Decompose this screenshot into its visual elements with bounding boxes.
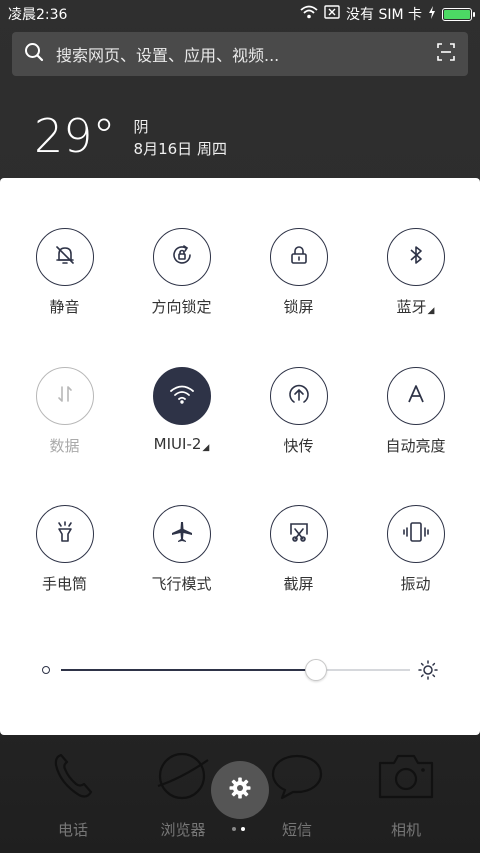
toggle-quick-transfer[interactable]: 快传 (240, 367, 357, 456)
auto-brightness-icon (404, 382, 428, 410)
control-center-panel: 静音 方向锁定 锁屏 蓝牙◢ 数据 MIUI-2◢ 快传 自动亮度 手电筒 飞行… (0, 178, 480, 735)
quick-transfer-icon (286, 381, 312, 411)
flashlight-icon (53, 519, 77, 549)
toggle-auto-brightness-label: 自动亮度 (385, 437, 446, 455)
toggle-flashlight[interactable]: 手电筒 (6, 505, 123, 594)
control-center-settings-button[interactable] (211, 761, 269, 819)
status-icons: 没有 SIM 卡 (300, 4, 475, 24)
vibrate-icon (402, 520, 430, 548)
toggle-airplane-mode-circle (152, 505, 211, 563)
search-icon (24, 42, 44, 66)
weather-widget[interactable]: 29° 阴 8月16日 周四 (34, 108, 227, 164)
search-input[interactable]: 搜索网页、设置、应用、视频... (56, 42, 436, 66)
toggle-auto-brightness-circle (386, 367, 445, 425)
toggle-vibrate[interactable]: 振动 (357, 505, 474, 594)
weather-date: 8月16日 周四 (133, 140, 227, 158)
toggle-rotation-lock-label: 方向锁定 (151, 298, 212, 316)
toggle-wifi-circle (152, 367, 211, 425)
toggle-screenshot-label: 截屏 (283, 575, 314, 593)
toggle-screenshot[interactable]: 截屏 (240, 505, 357, 594)
toggle-screenshot-circle (269, 505, 328, 563)
screenshot-icon (287, 520, 311, 548)
rotation-lock-icon (169, 242, 195, 272)
page-dot-active (241, 827, 245, 831)
dock-label-camera: 相机 (390, 821, 421, 839)
toggle-rotation-lock[interactable]: 方向锁定 (123, 228, 240, 317)
page-dot (232, 827, 236, 831)
toggle-rotation-lock-circle (152, 228, 211, 286)
toggle-flashlight-label: 手电筒 (41, 575, 87, 593)
mobile-data-icon (53, 382, 77, 410)
toggle-vibrate-label: 振动 (400, 575, 431, 593)
toggle-auto-brightness[interactable]: 自动亮度 (357, 367, 474, 456)
toggle-vibrate-circle (386, 505, 445, 563)
brightness-fill (61, 669, 316, 671)
charging-icon (428, 5, 436, 23)
battery-level-fill (444, 9, 470, 19)
wifi-icon (169, 383, 195, 409)
toggle-mute-label: 静音 (49, 298, 80, 316)
weather-condition: 阴 (133, 118, 149, 136)
toggle-flashlight-circle (35, 505, 94, 563)
toggle-bluetooth-text: 蓝牙 (396, 298, 427, 316)
toggle-mobile-data-circle (35, 367, 94, 425)
dock-item-phone[interactable]: 电话 (13, 745, 133, 840)
toggle-quick-transfer-label: 快传 (283, 437, 314, 455)
toggle-mobile-data-label: 数据 (49, 437, 80, 455)
wifi-status-icon (300, 5, 318, 23)
expand-triangle-icon: ◢ (427, 306, 435, 316)
brightness-min-icon (42, 666, 50, 674)
toggle-quick-transfer-circle (269, 367, 328, 425)
bluetooth-icon (404, 243, 428, 271)
toggle-lock-screen-label: 锁屏 (283, 298, 314, 316)
sun-icon (418, 660, 438, 684)
mute-bell-icon (53, 243, 77, 271)
search-bar[interactable]: 搜索网页、设置、应用、视频... (12, 32, 468, 76)
toggle-mute[interactable]: 静音 (6, 228, 123, 317)
status-bar: 凌晨2:36 没有 SIM 卡 (0, 0, 480, 28)
toggle-lock-screen[interactable]: 锁屏 (240, 228, 357, 317)
dock-label-phone: 电话 (57, 821, 88, 839)
no-sim-text: 没有 SIM 卡 (346, 7, 422, 23)
gear-icon (228, 776, 252, 804)
camera-icon (346, 745, 466, 807)
toggle-mobile-data[interactable]: 数据 (6, 367, 123, 456)
brightness-slider[interactable] (40, 658, 450, 682)
scan-icon[interactable] (436, 42, 456, 66)
expand-triangle-icon: ◢ (202, 443, 210, 453)
dock-label-messages: 短信 (281, 821, 312, 839)
toggle-bluetooth[interactable]: 蓝牙◢ (357, 228, 474, 317)
battery-icon (442, 7, 475, 21)
no-sim-icon (324, 5, 340, 23)
phone-icon (13, 745, 133, 807)
toggle-airplane-mode-label: 飞行模式 (151, 575, 212, 593)
status-time: 凌晨2:36 (8, 7, 68, 23)
toggle-wifi-text: MIUI-2 (153, 435, 202, 453)
toggle-wifi[interactable]: MIUI-2◢ (123, 367, 240, 453)
toggle-wifi-label: MIUI-2◢ (123, 435, 240, 453)
toggle-airplane-mode[interactable]: 飞行模式 (123, 505, 240, 594)
weather-temperature: 29° (34, 109, 116, 163)
toggle-bluetooth-label: 蓝牙◢ (357, 296, 474, 317)
toggle-mute-circle (35, 228, 94, 286)
brightness-track[interactable] (61, 669, 410, 671)
toggle-bluetooth-circle (386, 228, 445, 286)
lock-icon (287, 243, 311, 271)
toggle-lock-screen-circle (269, 228, 328, 286)
page-indicator (232, 827, 245, 831)
dock-label-browser: 浏览器 (160, 821, 206, 839)
airplane-icon (170, 520, 194, 548)
dock-item-camera[interactable]: 相机 (346, 745, 466, 840)
brightness-thumb[interactable] (304, 659, 327, 681)
